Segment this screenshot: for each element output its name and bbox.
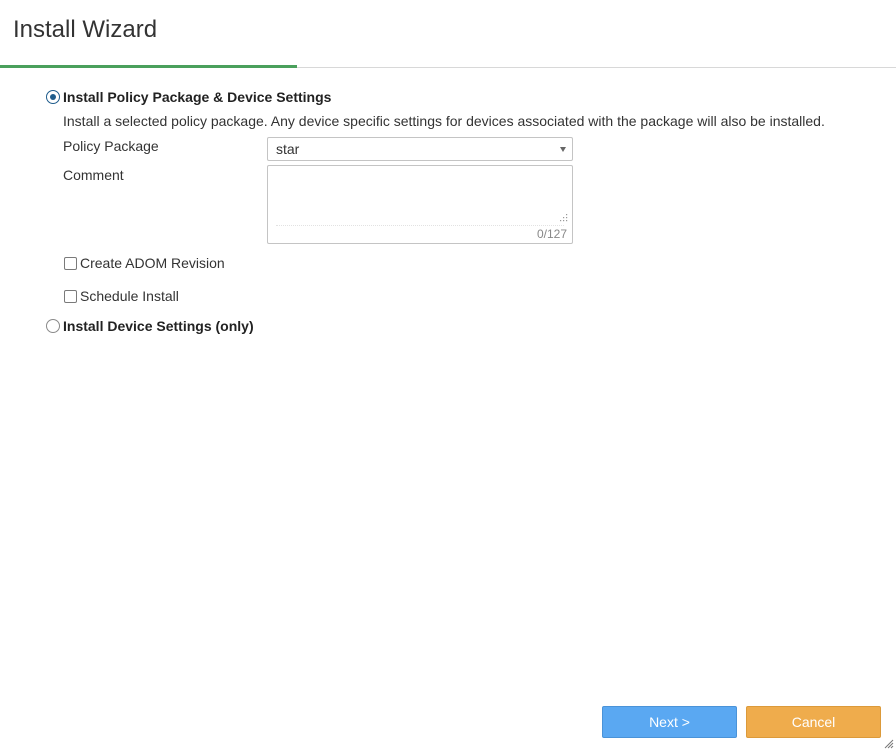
dialog-resize-grip-icon[interactable]: [884, 739, 894, 749]
policy-package-description: Install a selected policy package. Any d…: [63, 113, 825, 129]
comment-divider: [276, 225, 564, 226]
create-adom-revision-checkbox[interactable]: [64, 256, 77, 270]
wizard-progress-bar: [0, 65, 297, 68]
create-adom-revision-label: Create ADOM Revision: [80, 255, 225, 271]
policy-package-selected-value: star: [276, 141, 300, 157]
comment-textarea[interactable]: [268, 166, 572, 226]
option-install-policy-package-label: Install Policy Package & Device Settings: [63, 89, 332, 105]
comment-char-counter: 0/127: [536, 227, 567, 241]
create-adom-revision-row[interactable]: Create ADOM Revision: [64, 254, 225, 272]
resize-grip-icon[interactable]: [559, 213, 568, 222]
option-install-device-settings[interactable]: Install Device Settings (only): [46, 317, 254, 335]
schedule-install-label: Schedule Install: [80, 288, 179, 304]
comment-label: Comment: [63, 167, 124, 183]
cancel-button[interactable]: Cancel: [746, 706, 881, 738]
dialog-header: Install Wizard: [0, 0, 896, 68]
option-install-policy-package[interactable]: Install Policy Package & Device Settings: [46, 88, 331, 106]
schedule-install-row[interactable]: Schedule Install: [64, 287, 179, 305]
dialog-title: Install Wizard: [13, 16, 158, 43]
policy-package-label: Policy Package: [63, 138, 159, 154]
schedule-install-checkbox[interactable]: [64, 289, 77, 303]
policy-package-select[interactable]: star: [267, 137, 573, 161]
comment-field-container: 0/127: [267, 165, 573, 244]
next-button[interactable]: Next >: [602, 706, 737, 738]
chevron-down-icon: [560, 147, 566, 152]
radio-install-policy-package[interactable]: [46, 90, 60, 104]
radio-install-device-settings[interactable]: [46, 319, 60, 333]
option-install-device-settings-label: Install Device Settings (only): [63, 318, 254, 334]
